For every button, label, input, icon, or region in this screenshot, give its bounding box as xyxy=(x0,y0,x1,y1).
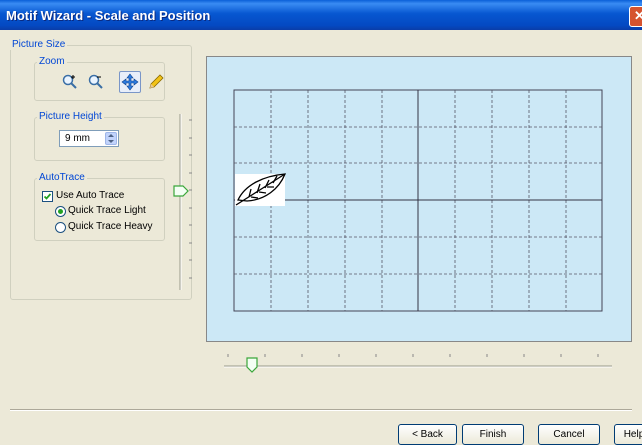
picture-size-label: Picture Size xyxy=(10,39,68,50)
move-icon xyxy=(121,73,139,91)
vertical-slider[interactable] xyxy=(172,112,194,292)
quick-trace-light-label[interactable]: Quick Trace Light xyxy=(68,205,146,216)
close-button[interactable]: ✕ xyxy=(629,6,642,27)
quick-trace-light-radio[interactable] xyxy=(55,206,66,217)
title-bar[interactable]: Motif Wizard - Scale and Position ✕ xyxy=(0,0,642,30)
picture-height-value: 9 mm xyxy=(65,133,90,144)
pencil-icon xyxy=(149,74,164,89)
use-auto-trace-checkbox[interactable] xyxy=(42,191,53,202)
horizontal-slider[interactable] xyxy=(220,352,620,376)
window-title: Motif Wizard - Scale and Position xyxy=(6,8,211,23)
picture-height-label: Picture Height xyxy=(37,111,104,122)
checkmark-icon xyxy=(43,193,52,200)
back-button[interactable]: < Back xyxy=(398,424,457,445)
zoom-out-icon xyxy=(88,74,103,89)
quick-trace-heavy-radio[interactable] xyxy=(55,222,66,233)
quick-trace-heavy-label[interactable]: Quick Trace Heavy xyxy=(68,221,152,232)
use-auto-trace-label[interactable]: Use Auto Trace xyxy=(56,190,124,201)
grid-center-lines xyxy=(234,90,602,311)
zoom-out-button[interactable] xyxy=(85,71,107,93)
vertical-slider-ticks xyxy=(189,119,192,279)
picture-height-spinbox[interactable]: 9 mm xyxy=(59,130,119,147)
horizontal-slider-thumb[interactable] xyxy=(246,357,258,373)
radio-selected-dot xyxy=(58,209,63,214)
spin-arrows-icon xyxy=(108,134,114,143)
zoom-label: Zoom xyxy=(37,56,67,67)
grid xyxy=(233,89,603,312)
move-button[interactable] xyxy=(119,71,141,93)
finish-button[interactable]: Finish xyxy=(462,424,524,445)
zoom-in-icon xyxy=(62,74,77,89)
horizontal-slider-ticks xyxy=(227,354,599,357)
footer-separator xyxy=(10,409,632,411)
edit-button[interactable] xyxy=(145,71,167,93)
motif-wizard-window: Motif Wizard - Scale and Position ✕ Pict… xyxy=(0,0,642,445)
cancel-button[interactable]: Cancel xyxy=(538,424,600,445)
zoom-in-button[interactable] xyxy=(59,71,81,93)
help-button[interactable]: Help xyxy=(614,424,642,445)
vertical-slider-thumb[interactable] xyxy=(173,185,189,197)
preview-canvas[interactable] xyxy=(206,56,632,342)
autotrace-label: AutoTrace xyxy=(37,172,87,183)
spin-buttons[interactable] xyxy=(105,132,117,145)
